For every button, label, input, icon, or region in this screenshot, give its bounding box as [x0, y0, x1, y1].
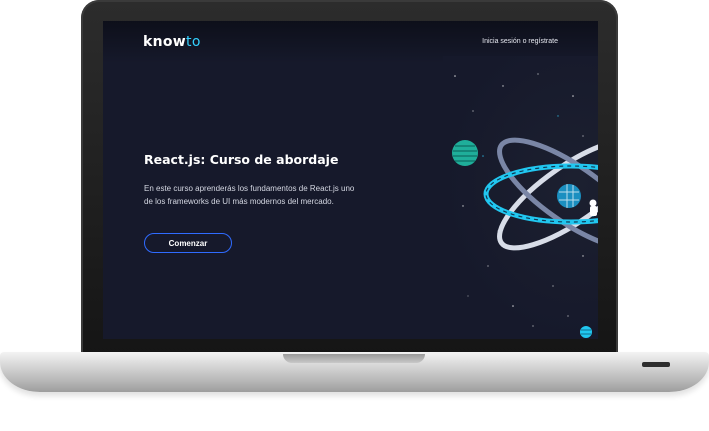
knowto-logo[interactable]: knowto	[143, 34, 201, 50]
hero-illustration	[443, 56, 598, 339]
screen: knowto Inicia sesión o regístrate React.…	[103, 21, 598, 339]
laptop-base	[0, 352, 709, 392]
course-description: En este curso aprenderás los fundamentos…	[144, 184, 355, 206]
astronaut	[589, 199, 597, 216]
react-atom-space-icon	[452, 73, 598, 338]
course-title: React.js: Curso de abordaje	[144, 152, 339, 167]
logo-main: know	[143, 34, 187, 50]
base-port	[642, 362, 670, 367]
logo-accent: to	[186, 34, 201, 50]
start-button[interactable]: Comenzar	[144, 233, 232, 253]
planet-left	[452, 140, 478, 166]
login-register-link[interactable]: Inicia sesión o regístrate	[482, 38, 558, 45]
base-notch	[283, 354, 425, 363]
